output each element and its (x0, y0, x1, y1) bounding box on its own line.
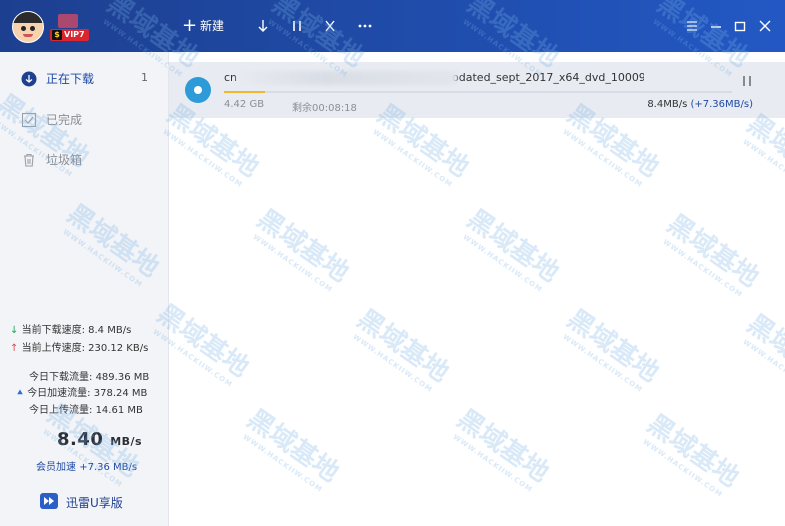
today-boost-traffic: ⯅ 今日加速流量: 378.24 MB (16, 388, 148, 399)
member-boost-speed: 会员加速 +7.36 MB/s (36, 462, 138, 473)
maximize-button[interactable] (730, 16, 750, 36)
task-size: 4.42 GB (224, 99, 265, 110)
task-row[interactable]: cnodated_sept_2017_x64_dvd_100090804.iso… (169, 62, 785, 118)
more-dots-icon (358, 24, 372, 28)
sidebar-item-label: 正在下载 (46, 72, 95, 86)
close-icon (325, 20, 335, 32)
trash-icon (24, 153, 34, 167)
plus-icon: + (182, 15, 198, 36)
user-avatar[interactable] (12, 11, 44, 43)
sidebar-item-trash[interactable]: 垃圾箱 (0, 141, 168, 179)
username-blurred (58, 14, 78, 28)
menu-button[interactable] (682, 16, 702, 36)
total-speed: 8.40 MB/s (57, 429, 143, 450)
thunder-u-label: 迅雷U享版 (66, 496, 123, 510)
minimize-button[interactable] (706, 16, 726, 36)
today-download-traffic: 今日下载流量: 489.36 MB (29, 372, 150, 383)
pause-icon (743, 76, 751, 86)
task-speed: 8.4MB/s (+7.36MB/s) (647, 99, 753, 110)
vip-badge[interactable]: $ VIP7 (50, 29, 89, 41)
sidebar-item-completed[interactable]: 已完成 (0, 101, 168, 139)
blurred-filename-region (237, 71, 457, 85)
sidebar-item-label: 垃圾箱 (46, 153, 83, 167)
sidebar-item-downloading[interactable]: 正在下载 1 (0, 60, 168, 98)
new-task-button[interactable]: + 新建 (182, 15, 228, 37)
maximize-icon (734, 21, 746, 32)
current-upload-speed: ↑ 当前上传速度: 230.12 KB/s (10, 343, 149, 354)
minimize-icon (711, 26, 721, 28)
down-arrow-icon: ↓ (10, 325, 19, 336)
task-progress-bar (224, 91, 732, 93)
sidebar-item-label: 已完成 (46, 113, 83, 127)
pause-all-button[interactable] (290, 15, 304, 37)
checkbox-icon (21, 112, 37, 128)
task-pause-button[interactable] (741, 72, 753, 86)
thunder-u-button[interactable]: 迅雷U享版 (40, 492, 130, 512)
title-bar: $ VIP7 + 新建 (0, 0, 785, 52)
download-list: cnodated_sept_2017_x64_dvd_100090804.iso… (169, 52, 785, 526)
new-task-label: 新建 (200, 19, 225, 33)
download-arrow-icon (258, 20, 268, 32)
close-button[interactable] (755, 16, 775, 36)
up-arrow-icon: ↑ (10, 343, 19, 354)
boost-icon: ⯅ (16, 388, 24, 399)
sidebar: 正在下载 1 已完成 垃圾箱 ↓ 当前下载速度: 8.4 MB/s ↑ 当前上传… (0, 52, 169, 526)
thunder-logo-icon (40, 493, 58, 509)
task-remaining-time: 剩余00:08:18 (292, 103, 357, 114)
current-download-speed: ↓ 当前下载速度: 8.4 MB/s (10, 325, 132, 336)
hamburger-icon (687, 21, 697, 31)
close-window-icon (759, 20, 771, 32)
downloading-count: 1 (141, 71, 148, 84)
delete-task-button[interactable] (323, 15, 337, 37)
today-upload-traffic: 今日上传流量: 14.61 MB (29, 405, 143, 416)
download-circle-icon (21, 71, 37, 87)
more-button[interactable] (357, 15, 373, 37)
disc-file-icon (185, 77, 211, 103)
start-download-button[interactable] (256, 15, 270, 37)
pause-icon (293, 21, 301, 31)
